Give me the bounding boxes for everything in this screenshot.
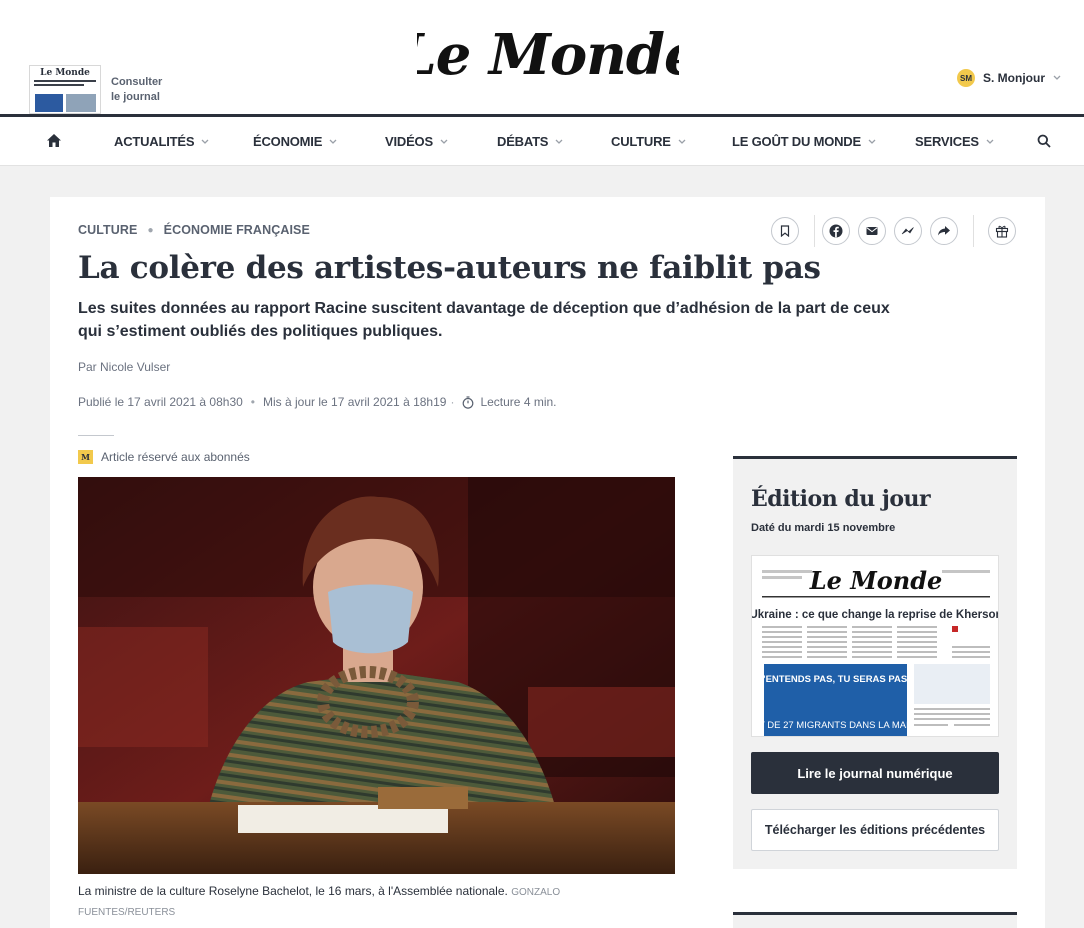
nav-label: ACTUALITÉS bbox=[114, 134, 195, 149]
date-separator: • bbox=[250, 395, 255, 409]
nav-item-culture[interactable]: CULTURE bbox=[611, 134, 686, 149]
article-dates: Publié le 17 avril 2021 à 08h30 • Mis à … bbox=[78, 395, 557, 409]
consult-line-2: le journal bbox=[111, 91, 160, 103]
nav-item-gout-du-monde[interactable]: LE GOÛT DU MONDE bbox=[732, 134, 876, 149]
chevron-down-icon bbox=[201, 139, 209, 144]
toolbar-divider bbox=[973, 215, 974, 247]
edition-title: Édition du jour bbox=[751, 486, 931, 512]
article-title: La colère des artistes-auteurs ne faibli… bbox=[78, 250, 821, 286]
chevron-down-icon bbox=[868, 139, 876, 144]
journal-thumbnail-photo bbox=[66, 94, 96, 112]
journal-thumbnail-logo: Le Monde bbox=[40, 68, 90, 78]
breadcrumb-culture[interactable]: CULTURE bbox=[78, 223, 138, 237]
consult-line-1: Consulter bbox=[111, 76, 163, 88]
timer-icon bbox=[463, 395, 474, 409]
mail-icon bbox=[866, 227, 878, 235]
consult-journal-link[interactable]: Consulter le journal bbox=[111, 75, 162, 105]
chevron-down-icon bbox=[329, 139, 337, 144]
edition-cover-logo: Le Monde bbox=[809, 566, 943, 595]
messenger-icon bbox=[901, 227, 914, 235]
edition-du-jour-box: Édition du jour Daté du mardi 15 novembr… bbox=[733, 456, 1017, 869]
article-author[interactable]: Par Nicole Vulser bbox=[78, 360, 170, 374]
published-date: Publié le 17 avril 2021 à 08h30 bbox=[78, 395, 243, 409]
photo-caption: La ministre de la culture Roselyne Bache… bbox=[78, 882, 618, 922]
nav-item-debats[interactable]: DÉBATS bbox=[497, 134, 563, 149]
user-avatar: SM bbox=[957, 69, 975, 87]
edition-cover-headline: Ukraine : ce que change la reprise de Kh… bbox=[752, 609, 999, 621]
nav-label: SERVICES bbox=[915, 134, 979, 149]
article-photo bbox=[78, 477, 675, 874]
toolbar-divider bbox=[814, 215, 815, 247]
download-previous-editions-button[interactable]: Télécharger les éditions précédentes bbox=[751, 809, 999, 851]
date-separator: · bbox=[450, 395, 455, 409]
edition-cover-box-sub: MORT DE 27 MIGRANTS DANS LA MANCHE bbox=[752, 720, 933, 731]
bookmark-icon bbox=[780, 225, 790, 237]
journal-thumbnail-line bbox=[34, 84, 84, 86]
edition-cover-image: Le Monde Ukraine : ce que change la repr… bbox=[752, 556, 999, 736]
updated-date: Mis à jour le 17 avril 2021 à 18h19 bbox=[263, 395, 447, 409]
home-icon[interactable] bbox=[46, 133, 62, 148]
nav-item-videos[interactable]: VIDÉOS bbox=[385, 134, 448, 149]
chevron-down-icon bbox=[555, 139, 563, 144]
breadcrumb-economie-francaise[interactable]: ÉCONOMIE FRANÇAISE bbox=[164, 223, 310, 237]
reading-time: Lecture 4 min. bbox=[480, 395, 557, 409]
le-monde-logo[interactable]: Le Monde bbox=[417, 22, 679, 86]
nav-label: LE GOÛT DU MONDE bbox=[732, 134, 861, 149]
user-menu[interactable]: SM S. Monjour bbox=[957, 69, 1061, 87]
nav-label: DÉBATS bbox=[497, 134, 549, 149]
svg-text:Le Monde: Le Monde bbox=[417, 22, 679, 86]
nav-label: CULTURE bbox=[611, 134, 671, 149]
journal-thumbnail-line bbox=[34, 80, 96, 82]
article-description: Les suites données au rapport Racine sus… bbox=[78, 300, 890, 340]
journal-thumbnail[interactable]: Le Monde bbox=[29, 65, 101, 114]
search-icon[interactable] bbox=[1037, 134, 1051, 148]
divider bbox=[78, 435, 114, 436]
bookmark-button[interactable] bbox=[771, 217, 799, 245]
messenger-share-button[interactable] bbox=[894, 217, 922, 245]
chevron-down-icon bbox=[440, 139, 448, 144]
breadcrumb-separator: ● bbox=[147, 224, 154, 236]
caption-text: La ministre de la culture Roselyne Bache… bbox=[78, 884, 508, 898]
nav-item-economie[interactable]: ÉCONOMIE bbox=[253, 134, 337, 149]
user-name: S. Monjour bbox=[983, 71, 1045, 85]
article-card: CULTURE ● ÉCONOMIE FRANÇAISE La colère d… bbox=[50, 197, 1045, 928]
subscriber-only-label: M Article réservé aux abonnés bbox=[78, 450, 250, 464]
facebook-share-button[interactable] bbox=[822, 217, 850, 245]
main-navigation: ACTUALITÉS ÉCONOMIE VIDÉOS DÉBATS CULTUR… bbox=[0, 114, 1084, 166]
top-header: Le Monde Consulter le journal Le Monde S… bbox=[0, 0, 1084, 114]
nav-item-actualites[interactable]: ACTUALITÉS bbox=[114, 134, 209, 149]
edition-paper-preview[interactable]: Le Monde Ukraine : ce que change la repr… bbox=[751, 555, 999, 737]
subscriber-badge-icon: M bbox=[78, 450, 93, 464]
gift-article-button[interactable] bbox=[988, 217, 1016, 245]
breadcrumb: CULTURE ● ÉCONOMIE FRANÇAISE bbox=[78, 223, 310, 237]
share-button[interactable] bbox=[930, 217, 958, 245]
read-digital-journal-button[interactable]: Lire le journal numérique bbox=[751, 752, 999, 794]
sidebar-next-box bbox=[733, 912, 1017, 928]
nav-item-services[interactable]: SERVICES bbox=[915, 134, 994, 149]
edition-date: Daté du mardi 15 novembre bbox=[751, 522, 896, 534]
nav-label: VIDÉOS bbox=[385, 134, 433, 149]
chevron-down-icon bbox=[1053, 75, 1061, 80]
journal-thumbnail-box bbox=[35, 94, 63, 112]
facebook-icon bbox=[829, 224, 843, 238]
chevron-down-icon bbox=[678, 139, 686, 144]
mail-share-button[interactable] bbox=[858, 217, 886, 245]
share-icon bbox=[938, 226, 950, 236]
subscriber-only-text: Article réservé aux abonnés bbox=[101, 450, 250, 464]
chevron-down-icon bbox=[986, 139, 994, 144]
nav-label: ÉCONOMIE bbox=[253, 134, 323, 149]
gift-icon bbox=[995, 225, 1009, 238]
